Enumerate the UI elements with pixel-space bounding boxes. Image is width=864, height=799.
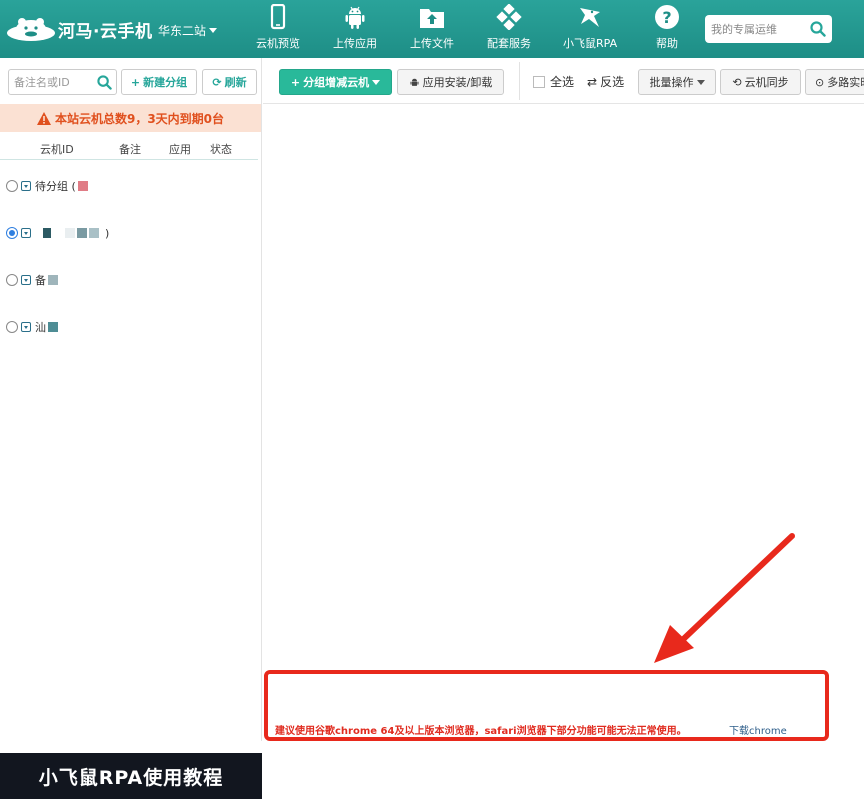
- group-radio[interactable]: [6, 274, 18, 286]
- chevron-down-icon: [696, 79, 705, 85]
- col-app: 应用: [169, 143, 191, 156]
- nav-label: 帮助: [656, 37, 678, 50]
- browser-notice: 建议使用谷歌chrome 64及以上版本浏览器，safari浏览器下部分功能可能…: [275, 726, 687, 737]
- refresh-button[interactable]: ⟳ 刷新: [202, 69, 257, 95]
- new-group-button[interactable]: + 新建分组: [121, 69, 197, 95]
- rpa-tutorial-banner[interactable]: 小飞鼠RPA使用教程: [0, 753, 262, 799]
- sync-icon: ⟲: [732, 75, 742, 89]
- help-icon: ?: [655, 5, 679, 29]
- redacted-block: [89, 228, 99, 238]
- download-chrome-link[interactable]: 下载chrome: [729, 722, 787, 737]
- ops-search: [705, 15, 832, 43]
- play-circle-icon: ⊙: [815, 75, 825, 89]
- refresh-icon: ⟳: [212, 75, 222, 89]
- col-remark: 备注: [119, 143, 141, 156]
- phone-icon: [270, 4, 286, 30]
- shuffle-icon: ⇄: [587, 74, 598, 89]
- select-all-checkbox[interactable]: 全选: [533, 73, 574, 90]
- multi-label: 多路实时: [827, 76, 864, 89]
- hippo-logo-icon: [7, 18, 55, 41]
- col-device-id: 云机ID: [40, 143, 74, 156]
- redacted-block: [48, 322, 58, 332]
- top-header: 河马·云手机 华东二站 云机预览 上传应用 上传文件 配套服务 小飞鼠RPA ?…: [0, 0, 864, 58]
- annotation-arrow-icon: [654, 533, 795, 663]
- nav-rpa[interactable]: 小飞鼠RPA: [563, 4, 617, 56]
- main-toolbar: + 分组增减云机 应用安装/卸载 全选 ⇄ 反选 批量操作 ⟲ 云机同步 ⊙ 多…: [263, 58, 864, 104]
- toolbar-divider: [519, 62, 520, 100]
- redacted-block: [43, 228, 51, 238]
- invert-selection-button[interactable]: ⇄ 反选: [587, 73, 624, 90]
- expiry-alert: 本站云机总数9，3天内到期0台: [0, 104, 261, 132]
- plus-icon: +: [290, 75, 301, 89]
- android-icon: [410, 78, 419, 86]
- brand-logo[interactable]: 河马·云手机: [6, 15, 152, 43]
- redacted-block: [77, 228, 87, 238]
- expand-toggle-icon[interactable]: [21, 228, 31, 238]
- chevron-down-icon: [209, 28, 218, 33]
- nav-label: 上传应用: [333, 37, 377, 50]
- group-radio[interactable]: [6, 227, 18, 239]
- nav-upload-file[interactable]: 上传文件: [410, 4, 454, 56]
- nav-label: 小飞鼠RPA: [563, 37, 618, 50]
- chevron-down-icon: [372, 79, 381, 85]
- redacted-block: [48, 275, 58, 285]
- alert-text: 本站云机总数9，3天内到期0台: [54, 111, 225, 126]
- sync-label: 云机同步: [744, 76, 789, 89]
- device-group-panel: + 新建分组 ⟳ 刷新 本站云机总数9，3天内到期0台 云机ID 备注 应用 状…: [0, 58, 262, 799]
- nav-services[interactable]: 配套服务: [487, 4, 531, 56]
- refresh-label: 刷新: [224, 76, 247, 89]
- device-table-header: 云机ID 备注 应用 状态: [0, 136, 258, 160]
- search-icon[interactable]: [97, 75, 112, 90]
- group-add-remove-button[interactable]: + 分组增减云机: [279, 69, 392, 95]
- station-label: 华东二站: [158, 24, 207, 38]
- expand-toggle-icon[interactable]: [21, 322, 31, 332]
- expand-toggle-icon[interactable]: [21, 181, 31, 191]
- device-search: [8, 69, 117, 95]
- station-selector[interactable]: 华东二站: [158, 22, 218, 39]
- warning-icon: [36, 111, 51, 125]
- search-icon[interactable]: [810, 21, 826, 37]
- group-add-label: 分组增减云机: [303, 76, 370, 89]
- group-row[interactable]: ): [6, 224, 109, 242]
- select-all-label: 全选: [550, 75, 575, 89]
- banner-text: 小飞鼠RPA使用教程: [38, 766, 224, 789]
- ops-search-input[interactable]: [711, 22, 809, 36]
- nav-upload-app[interactable]: 上传应用: [333, 4, 377, 56]
- col-status: 状态: [210, 143, 232, 156]
- group-row[interactable]: 汕: [6, 318, 58, 336]
- brand-name: 河马·云手机: [58, 21, 153, 42]
- flying-squirrel-icon: [580, 8, 601, 27]
- group-row[interactable]: 备: [6, 271, 58, 289]
- batch-operation-button[interactable]: 批量操作: [638, 69, 716, 95]
- multi-live-button[interactable]: ⊙ 多路实时: [805, 69, 864, 95]
- nav-cloud-preview[interactable]: 云机预览: [256, 4, 300, 56]
- app-install-label: 应用安装/卸载: [422, 76, 493, 89]
- group-label: 汕: [35, 321, 46, 334]
- upload-folder-icon: [420, 9, 444, 28]
- group-radio[interactable]: [6, 321, 18, 333]
- batch-label: 批量操作: [649, 76, 694, 89]
- group-radio[interactable]: [6, 180, 18, 192]
- diamond-grid-icon: [496, 4, 522, 30]
- nav-label: 云机预览: [256, 37, 300, 50]
- device-search-input[interactable]: [14, 75, 96, 89]
- cloud-sync-button[interactable]: ⟲ 云机同步: [720, 69, 801, 95]
- expand-toggle-icon[interactable]: [21, 275, 31, 285]
- checkbox[interactable]: [533, 75, 545, 88]
- nav-help[interactable]: ? 帮助: [654, 4, 680, 56]
- android-icon: [345, 6, 365, 29]
- redacted-block: [77, 181, 88, 191]
- group-label: ): [105, 226, 110, 240]
- svg-text:?: ?: [662, 8, 671, 27]
- nav-label: 上传文件: [410, 37, 454, 50]
- nav-label: 配套服务: [487, 37, 531, 50]
- redacted-block: [65, 228, 75, 238]
- invert-label: 反选: [600, 75, 625, 89]
- group-label: 待分组 (: [35, 180, 76, 193]
- new-group-label: 新建分组: [143, 76, 188, 89]
- group-row[interactable]: 待分组 (: [6, 177, 88, 195]
- app-install-button[interactable]: 应用安装/卸载: [397, 69, 504, 95]
- plus-icon: +: [130, 75, 141, 89]
- group-label: 备: [35, 274, 46, 287]
